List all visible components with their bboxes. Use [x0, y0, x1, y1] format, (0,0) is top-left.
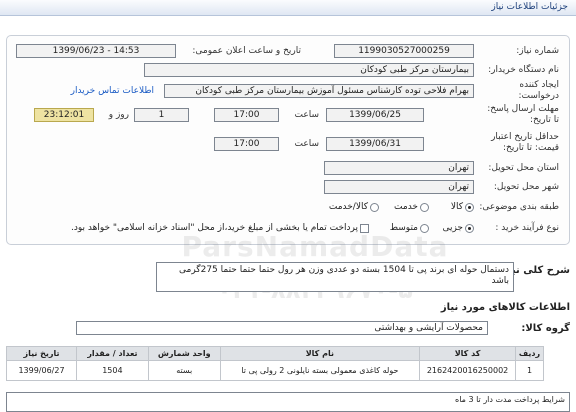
goods-table-header: ردیف کد کالا نام کالا واحد شمارش تعداد /…: [6, 346, 544, 361]
checkbox-unchecked-icon: [360, 224, 369, 233]
category-label: طبقه بندی موضوعی:: [479, 202, 559, 212]
city-label: شهر محل تحویل:: [493, 182, 559, 192]
buyer-field: بیمارستان مرکز طبی کودکان: [144, 63, 474, 77]
remaining-time-field: 23:12:01: [34, 108, 94, 122]
page-title: جزئیات اطلاعات نیاز: [491, 2, 568, 12]
goods-section-title: اطلاعات کالاهای مورد نیاز: [440, 302, 570, 313]
creator-label-line1: ایجاد کننده: [519, 80, 559, 90]
goods-group-label: گروه کالا:: [521, 323, 570, 334]
payment-notes-box: شرایط پرداخت مدت دار تا 3 ماه: [6, 392, 570, 412]
province-label: استان محل تحویل:: [488, 163, 559, 173]
process-label: نوع فرآیند خرید :: [495, 223, 559, 233]
process-minor-label: جزیی: [442, 223, 463, 233]
need-number-field: 1199030527000259: [334, 44, 474, 58]
treasury-payment-checkbox[interactable]: پرداخت تمام یا بخشی از مبلغ خرید،از محل …: [71, 223, 369, 234]
header-item-code: کد کالا: [419, 346, 517, 361]
buyer-label: نام دستگاه خریدار:: [488, 65, 559, 75]
radio-checked-icon: [465, 224, 474, 233]
announce-datetime-field: 1399/06/23 - 14:53: [16, 44, 176, 58]
process-minor-radio[interactable]: جزیی: [442, 223, 474, 234]
table-row: 1 2162420016250002 حوله کاغذی معمولی بست…: [6, 360, 544, 381]
category-service-label: خدمت: [394, 202, 418, 212]
window-titlebar: جزئیات اطلاعات نیاز: [0, 0, 576, 16]
validity-label-line2: قیمت: تا تاریخ:: [503, 143, 559, 153]
validity-date-field: 1399/06/31: [326, 137, 424, 151]
province-field: تهران: [324, 161, 474, 175]
category-service-radio[interactable]: خدمت: [394, 202, 429, 213]
validity-time-label: ساعت: [294, 139, 320, 149]
creator-label-line2: درخواست:: [518, 91, 559, 101]
days-label: روز و: [108, 110, 129, 120]
remaining-days-field: 1: [134, 108, 189, 122]
creator-field: بهرام فلاحی توده کارشناس مسئول آموزش بیم…: [164, 84, 474, 98]
cell-unit: بسته: [147, 360, 221, 381]
radio-unchecked-icon: [370, 203, 379, 212]
process-medium-radio[interactable]: متوسط: [390, 223, 429, 234]
header-unit: واحد شمارش: [147, 346, 221, 361]
cell-row-number: 1: [515, 360, 544, 381]
cell-item-name: حوله کاغذی معمولی بسته نایلونی 2 رولی پی…: [219, 360, 421, 381]
header-row-number: ردیف: [515, 346, 544, 361]
category-goods-service-label: کالا/خدمت: [328, 202, 368, 212]
buyer-contact-link[interactable]: اطلاعات تماس خریدار: [71, 86, 154, 97]
need-number-label: شماره نیاز:: [516, 46, 559, 56]
header-need-date: تاریخ نیاز: [6, 346, 77, 361]
header-item-name: نام کالا: [219, 346, 421, 361]
category-goods-service-radio[interactable]: کالا/خدمت: [329, 202, 379, 213]
header-quantity: تعداد / مقدار: [75, 346, 149, 361]
deadline-label-line2: تا تاریخ:: [529, 115, 559, 125]
treasury-payment-label: پرداخت تمام یا بخشی از مبلغ خرید،از محل …: [70, 223, 358, 233]
category-goods-label: کالا: [450, 202, 463, 212]
deadline-time-field: 17:00: [214, 108, 279, 122]
radio-unchecked-icon: [420, 203, 429, 212]
announce-label: تاریخ و ساعت اعلان عمومی:: [192, 46, 301, 56]
process-medium-label: متوسط: [389, 223, 418, 233]
radio-unchecked-icon: [420, 224, 429, 233]
goods-group-field: محصولات آرایشی و بهداشتی: [76, 321, 488, 335]
description-box: دستمال حوله ای برند پی تا 1504 بسته دو ع…: [156, 262, 514, 292]
deadline-time-label: ساعت: [294, 110, 320, 120]
radio-checked-icon: [465, 203, 474, 212]
deadline-label-line1: مهلت ارسال پاسخ:: [487, 104, 559, 114]
validity-label-line1: حداقل تاریخ اعتبار: [491, 132, 559, 142]
validity-time-field: 17:00: [214, 137, 279, 151]
cell-quantity: 1504: [75, 360, 149, 381]
cell-need-date: 1399/06/27: [6, 360, 77, 381]
cell-item-code: 2162420016250002: [419, 360, 517, 381]
deadline-date-field: 1399/06/25: [326, 108, 424, 122]
details-panel: شماره نیاز: 1199030527000259 تاریخ و ساع…: [6, 35, 570, 245]
category-goods-radio[interactable]: کالا: [451, 202, 474, 213]
goods-table: ردیف کد کالا نام کالا واحد شمارش تعداد /…: [6, 346, 544, 381]
city-field: تهران: [324, 180, 474, 194]
